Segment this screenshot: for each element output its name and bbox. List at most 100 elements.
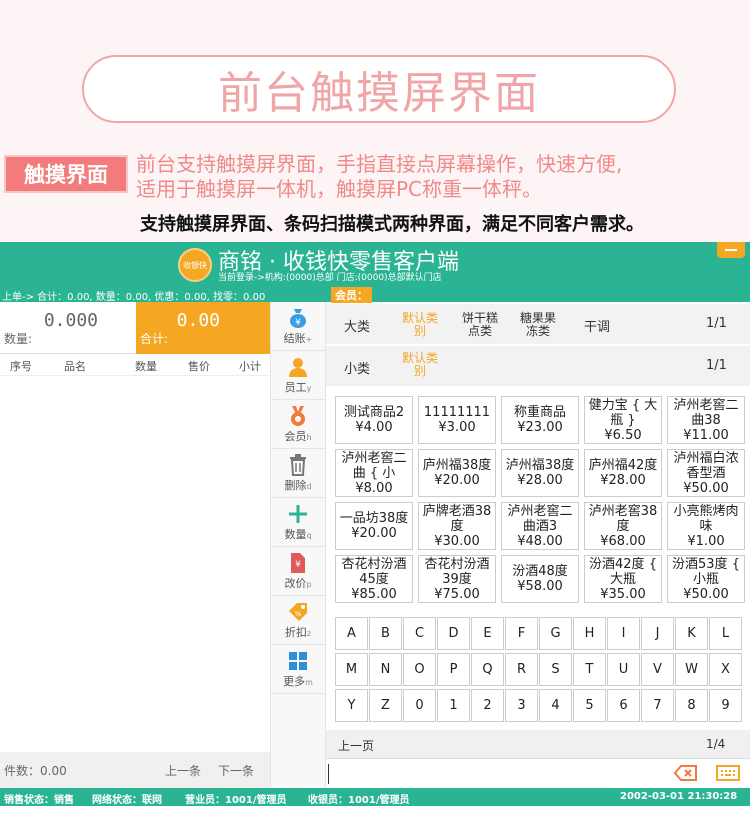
product-tile[interactable]: 庐州福42度 ¥28.00 — [584, 449, 662, 497]
member-button[interactable]: 会员： — [331, 287, 372, 303]
key-q[interactable]: Q — [471, 653, 504, 686]
key-r[interactable]: R — [505, 653, 538, 686]
key-l[interactable]: L — [709, 617, 742, 650]
product-tile[interactable]: 汾酒42度 { 大瓶 ¥35.00 — [584, 555, 662, 603]
key-b[interactable]: B — [369, 617, 402, 650]
col-name: 品名 — [64, 360, 86, 373]
sale-status: 销售状态：销售 — [4, 795, 74, 806]
key-s[interactable]: S — [539, 653, 572, 686]
last-order-summary: 上单-> 合计：0.00, 数量：0.00, 优惠：0.00, 找零：0.00 — [2, 292, 266, 303]
key-t[interactable]: T — [573, 653, 606, 686]
key-a[interactable]: A — [335, 617, 368, 650]
major-category-bar: 大类 默认类别 饼干糕点类 糖果果冻类 干调 1/1 — [326, 304, 750, 344]
promo-tag: 触摸界面 — [4, 155, 128, 193]
product-tile[interactable]: 11111111 ¥3.00 — [418, 396, 496, 444]
key-3[interactable]: 3 — [505, 689, 538, 722]
product-tile[interactable]: 汾酒53度 { 小瓶 ¥50.00 — [667, 555, 745, 603]
product-name: 测试商品2 — [343, 405, 405, 420]
product-tile[interactable]: 杏花村汾酒39度 ¥75.00 — [418, 555, 496, 603]
product-tile[interactable]: 小亮熊烤肉味 ¥1.00 — [667, 502, 745, 550]
product-tile[interactable]: 汾酒48度 ¥58.00 — [501, 555, 579, 603]
key-h[interactable]: H — [573, 617, 606, 650]
product-tile[interactable]: 杏花村汾酒45度 ¥85.00 — [335, 555, 413, 603]
tool-button-trash[interactable]: 删除d — [271, 449, 325, 498]
key-7[interactable]: 7 — [641, 689, 674, 722]
prev-row-button[interactable]: 上一条 — [165, 762, 201, 779]
key-m[interactable]: M — [335, 653, 368, 686]
tool-label: 会员h — [284, 429, 312, 443]
key-v[interactable]: V — [641, 653, 674, 686]
key-u[interactable]: U — [607, 653, 640, 686]
product-tile[interactable]: 一品坊38度 ¥20.00 — [335, 502, 413, 550]
key-e[interactable]: E — [471, 617, 504, 650]
product-name: 健力宝 { 大瓶 } — [588, 397, 658, 428]
tool-label: 数量q — [284, 527, 312, 541]
product-tile[interactable]: 庐牌老酒38度 ¥30.00 — [418, 502, 496, 550]
key-2[interactable]: 2 — [471, 689, 504, 722]
tool-label: 改价p — [284, 576, 312, 590]
product-tile[interactable]: 泸州福38度 ¥28.00 — [501, 449, 579, 497]
key-6[interactable]: 6 — [607, 689, 640, 722]
minimize-button[interactable] — [717, 242, 745, 258]
key-f[interactable]: F — [505, 617, 538, 650]
order-table-body[interactable] — [0, 376, 270, 752]
key-d[interactable]: D — [437, 617, 470, 650]
tool-button-plus[interactable]: 数量q — [271, 498, 325, 547]
product-tile[interactable]: 泸州老窖二曲酒3 ¥48.00 — [501, 502, 579, 550]
key-n[interactable]: N — [369, 653, 402, 686]
discount-tag-icon: % — [287, 601, 309, 623]
key-5[interactable]: 5 — [573, 689, 606, 722]
key-w[interactable]: W — [675, 653, 708, 686]
minor-category-default[interactable]: 默认类别 — [398, 352, 442, 378]
product-tile[interactable]: 称重商品 ¥23.00 — [501, 396, 579, 444]
tool-button-grid[interactable]: 更多m — [271, 645, 325, 694]
key-0[interactable]: 0 — [403, 689, 436, 722]
key-k[interactable]: K — [675, 617, 708, 650]
key-g[interactable]: G — [539, 617, 572, 650]
prev-page-button[interactable]: 上一页 — [338, 737, 374, 754]
product-tile[interactable]: 泸州福白浓香型酒 ¥50.00 — [667, 449, 745, 497]
key-o[interactable]: O — [403, 653, 436, 686]
product-tile[interactable]: 泸州老窖二曲38 ¥11.00 — [667, 396, 745, 444]
product-name: 泸州福38度 — [505, 458, 575, 473]
product-tile[interactable]: 泸州老窖二曲 { 小 ¥8.00 — [335, 449, 413, 497]
major-category-biscuits[interactable]: 饼干糕点类 — [458, 312, 502, 338]
next-row-button[interactable]: 下一条 — [218, 762, 254, 779]
key-1[interactable]: 1 — [437, 689, 470, 722]
tool-button-money-bag[interactable]: ¥ 结账+ — [271, 302, 325, 351]
product-price: ¥6.50 — [604, 427, 642, 443]
key-i[interactable]: I — [607, 617, 640, 650]
key-p[interactable]: P — [437, 653, 470, 686]
backspace-button[interactable] — [673, 765, 698, 781]
key-z[interactable]: Z — [369, 689, 402, 722]
major-category-candy[interactable]: 糖果果冻类 — [516, 312, 560, 338]
product-price: ¥48.00 — [517, 533, 563, 549]
product-tile[interactable]: 健力宝 { 大瓶 } ¥6.50 — [584, 396, 662, 444]
minor-category-label: 小类 — [344, 362, 371, 377]
keyboard-toggle-button[interactable] — [716, 764, 740, 782]
key-c[interactable]: C — [403, 617, 436, 650]
tool-button-price-tag[interactable]: ¥ 改价p — [271, 547, 325, 596]
product-tile[interactable]: 测试商品2 ¥4.00 — [335, 396, 413, 444]
tool-button-staff[interactable]: 员工y — [271, 351, 325, 400]
product-tile[interactable]: 泸州老窖38度 ¥68.00 — [584, 502, 662, 550]
col-quantity: 数量 — [135, 360, 157, 373]
tool-label: 删除d — [284, 478, 312, 492]
function-toolbar: ¥ 结账+ 员工y 会员h 删除d 数量q ¥ 改价p% 折扣z 更多m — [270, 302, 326, 788]
key-9[interactable]: 9 — [709, 689, 742, 722]
product-price: ¥11.00 — [683, 427, 729, 443]
key-4[interactable]: 4 — [539, 689, 572, 722]
tool-button-medal[interactable]: 会员h — [271, 400, 325, 449]
barcode-input[interactable] — [328, 764, 658, 784]
key-j[interactable]: J — [641, 617, 674, 650]
product-tile[interactable]: 庐州福38度 ¥20.00 — [418, 449, 496, 497]
major-category-default[interactable]: 默认类别 — [398, 312, 442, 338]
product-name: 称重商品 — [513, 405, 566, 420]
product-name: 庐州福42度 — [588, 458, 658, 473]
tool-label: 更多m — [283, 674, 313, 688]
key-x[interactable]: X — [709, 653, 742, 686]
tool-button-discount-tag[interactable]: % 折扣z — [271, 596, 325, 645]
major-category-dry-seasoning[interactable]: 干调 — [584, 316, 610, 335]
key-8[interactable]: 8 — [675, 689, 708, 722]
key-y[interactable]: Y — [335, 689, 368, 722]
